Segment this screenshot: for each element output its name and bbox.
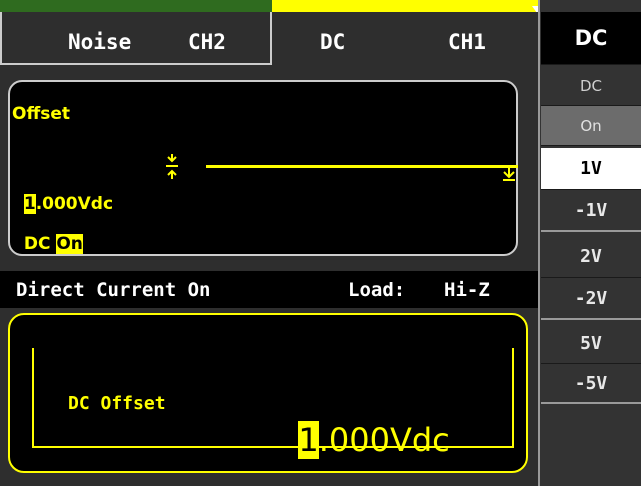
tab-ch2[interactable]: Noise CH2 <box>0 12 272 65</box>
load-label: Load: <box>348 279 406 301</box>
softkey-dc-on[interactable]: On <box>541 106 641 146</box>
load-value: Hi-Z <box>444 279 490 301</box>
tab-ch2-waveform: Noise <box>68 30 132 54</box>
softkey-neg1v[interactable]: -1V <box>541 190 641 232</box>
entry-cursor-digit: 1 <box>298 421 319 459</box>
softkey-neg1v-text: -1V <box>574 199 608 221</box>
ch2-indicator-strip <box>0 0 272 12</box>
softkey-menu-title: DC <box>541 12 641 65</box>
waveform-offset-cursor-digit: 1 <box>23 194 36 214</box>
softkey-1v[interactable]: 1V <box>541 148 641 190</box>
tab-ch1-channel: CH1 <box>448 30 486 54</box>
waveform-offset-rest: .000Vdc <box>35 194 114 214</box>
softkey-dc-label-text: DC <box>579 76 603 95</box>
tab-ch1-waveform: DC <box>320 30 346 54</box>
entry-bracket-right <box>500 348 514 448</box>
entry-bracket-left <box>32 348 46 448</box>
waveform-dc-label: DC <box>23 234 51 254</box>
entry-value[interactable]: 1.000Vdc <box>278 380 450 460</box>
ch1-indicator-strip <box>272 0 538 12</box>
softkey-neg2v-text: -2V <box>574 287 608 309</box>
softkey-2v[interactable]: 2V <box>541 236 641 278</box>
offset-marker-icon <box>166 154 178 179</box>
trace-end-arrow-icon <box>503 168 515 181</box>
status-text: Direct Current On <box>16 279 211 301</box>
waveform-dc-status: DC On <box>12 214 83 254</box>
softkey-neg2v[interactable]: -2V <box>541 278 641 320</box>
dc-trace-line <box>206 165 518 168</box>
entry-label: DC Offset <box>68 393 166 414</box>
waveform-offset-value[interactable]: 1.000Vdc <box>12 174 113 214</box>
softkey-dc-on-text: On <box>580 116 602 135</box>
softkey-5v[interactable]: 5V <box>541 324 641 364</box>
tab-ch2-channel: CH2 <box>188 30 226 54</box>
softkey-2v-text: 2V <box>580 246 602 267</box>
waveform-param-label: Offset <box>12 104 70 124</box>
softkey-neg5v-text: -5V <box>574 372 608 394</box>
waveform-dc-state: On <box>56 234 83 254</box>
softkey-1v-text: 1V <box>580 158 602 179</box>
entry-value-rest: .000Vdc <box>318 421 450 459</box>
menu-title-text: DC <box>574 26 608 50</box>
softkey-neg5v[interactable]: -5V <box>541 364 641 404</box>
softkey-empty[interactable] <box>541 406 641 486</box>
softkey-dc-label[interactable]: DC <box>541 66 641 106</box>
tab-ch1[interactable]: DC CH1 <box>272 12 538 65</box>
waveform-display <box>8 80 518 256</box>
softkey-5v-text: 5V <box>580 333 602 354</box>
